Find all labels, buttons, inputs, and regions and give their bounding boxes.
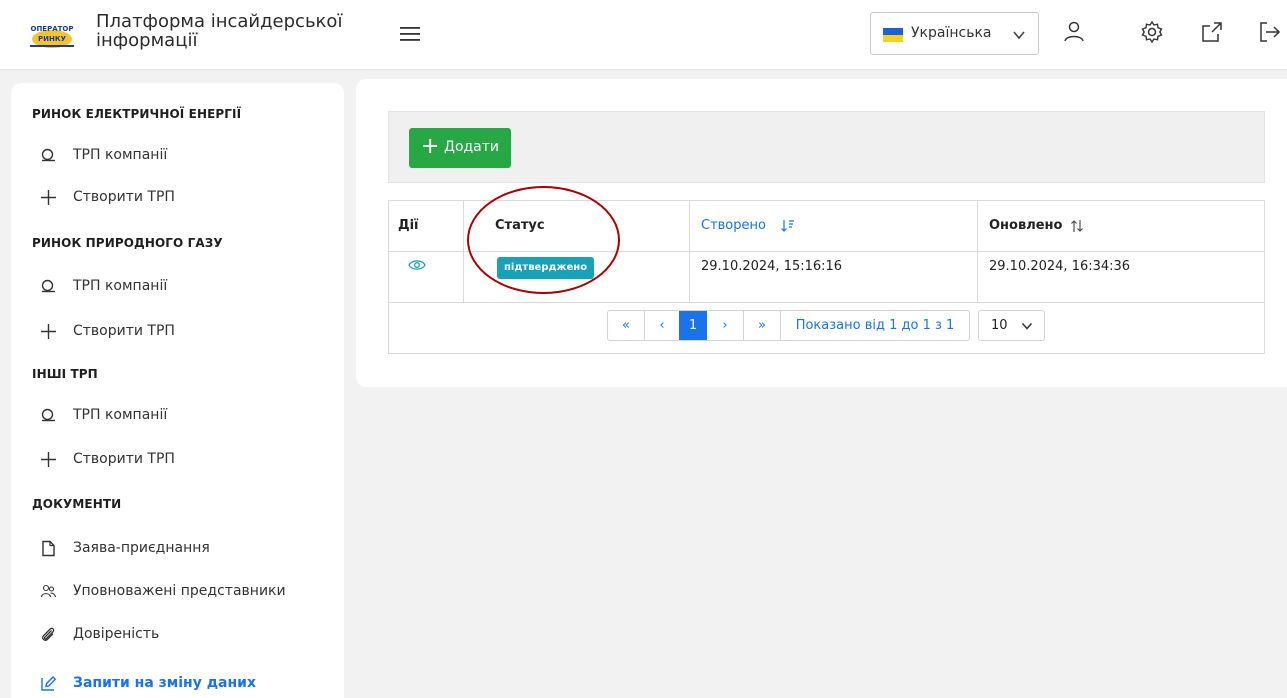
row-divider — [389, 302, 1264, 303]
sidebar-item-label: Запити на зміну даних — [73, 675, 256, 691]
pagination: « ‹ 1 › » Показано від 1 до 1 з 1 — [607, 310, 970, 341]
column-divider — [463, 201, 464, 303]
spacer — [1003, 20, 1027, 44]
users-icon — [40, 584, 57, 598]
svg-text:ОПЕРАТОР: ОПЕРАТОР — [31, 25, 74, 33]
column-header-created-label: Створено — [701, 218, 766, 233]
sidebar-item-change-requests[interactable]: Запити на зміну даних — [40, 673, 330, 697]
sidebar-item-label: ТРП компанії — [73, 278, 168, 294]
add-button-label: Додати — [444, 139, 500, 155]
page-1-button[interactable]: 1 — [679, 311, 707, 340]
sidebar-item-other-trp-companies[interactable]: ТРП компанії — [40, 405, 330, 429]
document-icon — [42, 540, 55, 557]
sidebar-item-gas-trp-companies[interactable]: ТРП компанії — [40, 276, 330, 300]
user-profile-icon[interactable] — [1062, 20, 1086, 44]
sidebar-item-label: Створити ТРП — [73, 323, 175, 339]
external-link-icon[interactable] — [1200, 20, 1224, 44]
next-page-button[interactable]: › — [707, 311, 743, 340]
plus-icon — [41, 190, 56, 205]
sidebar-item-power-of-attorney[interactable]: Довіреність — [40, 624, 330, 648]
view-eye-icon[interactable] — [408, 258, 426, 272]
plus-icon — [41, 452, 56, 467]
plus-icon — [41, 324, 56, 339]
last-page-button[interactable]: » — [744, 311, 780, 340]
section-title-electricity: РИНОК ЕЛЕКТРИЧНОЇ ЕНЕРГІЇ — [32, 107, 242, 121]
pager-divider — [780, 311, 781, 340]
search-icon — [41, 279, 55, 293]
sidebar-item-gas-create-trp[interactable]: Створити ТРП — [40, 321, 330, 345]
sidebar-item-electricity-trp-companies[interactable]: ТРП компанії — [40, 145, 330, 169]
svg-text:РИНКУ: РИНКУ — [38, 35, 67, 43]
sidebar-item-electricity-create-trp[interactable]: Створити ТРП — [40, 187, 330, 211]
sidebar-item-label: Створити ТРП — [73, 189, 175, 205]
top-header: ОПЕРАТОР РИНКУ Платформа інсайдерської і… — [0, 0, 1287, 70]
section-title-documents: ДОКУМЕНТИ — [32, 497, 122, 511]
column-divider — [689, 201, 690, 303]
sidebar-item-label: ТРП компанії — [73, 147, 168, 163]
column-divider — [977, 201, 978, 303]
sidebar-item-label: Заява-приєднання — [73, 540, 210, 556]
paperclip-icon — [42, 627, 55, 641]
prev-page-button[interactable]: ‹ — [645, 311, 679, 340]
cell-updated: 29.10.2024, 16:34:36 — [989, 259, 1131, 274]
sidebar-item-representatives[interactable]: Уповноважені представники — [40, 581, 330, 605]
app-title: Платформа інсайдерської інформації — [96, 11, 343, 51]
sidebar: РИНОК ЕЛЕКТРИЧНОЇ ЕНЕРГІЇ ТРП компанії С… — [11, 83, 344, 698]
sort-icon — [1071, 220, 1083, 232]
sidebar-item-label: Уповноважені представники — [73, 583, 286, 599]
language-label: Українська — [911, 25, 992, 41]
sidebar-item-label: ТРП компанії — [73, 407, 168, 423]
column-header-created[interactable]: Створено — [701, 218, 794, 233]
sidebar-item-other-create-trp[interactable]: Створити ТРП — [40, 449, 330, 473]
page-size-select[interactable]: 10 — [978, 310, 1045, 341]
search-icon — [41, 408, 55, 422]
annotation-highlight-circle — [467, 186, 620, 294]
sidebar-item-label: Створити ТРП — [73, 451, 175, 467]
search-icon — [41, 148, 55, 162]
column-header-actions: Дії — [398, 218, 419, 233]
chevron-down-icon — [1021, 322, 1033, 330]
toolbar: + Додати — [388, 111, 1265, 183]
hamburger-menu-icon[interactable] — [398, 22, 422, 46]
logout-icon[interactable] — [1257, 20, 1281, 44]
section-title-other: ІНШІ ТРП — [32, 367, 98, 381]
cell-created: 29.10.2024, 15:16:16 — [701, 259, 843, 274]
page-size-value: 10 — [991, 318, 1008, 333]
sidebar-item-application[interactable]: Заява-приєднання — [40, 538, 330, 562]
section-title-gas: РИНОК ПРИРОДНОГО ГАЗУ — [32, 236, 223, 250]
plus-icon: + — [421, 134, 440, 159]
ukraine-flag-icon — [883, 28, 903, 42]
edit-icon — [41, 676, 57, 691]
sidebar-item-label: Довіреність — [73, 626, 160, 642]
operator-rynku-logo: ОПЕРАТОР РИНКУ — [22, 22, 82, 50]
column-header-updated-label: Оновлено — [989, 218, 1063, 233]
column-header-updated[interactable]: Оновлено — [989, 218, 1083, 233]
pagination-summary: Показано від 1 до 1 з 1 — [795, 318, 955, 333]
gear-icon[interactable] — [1140, 20, 1164, 44]
sort-descending-icon — [781, 220, 794, 232]
first-page-button[interactable]: « — [608, 311, 644, 340]
add-button[interactable]: + Додати — [409, 128, 511, 168]
